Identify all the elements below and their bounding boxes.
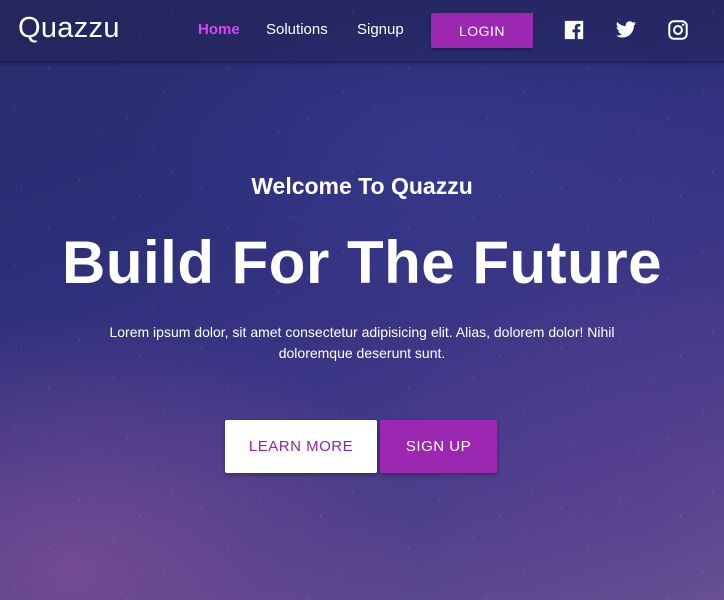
hero-headline: Build For The Future	[62, 229, 662, 296]
hero-section: Welcome To Quazzu Build For The Future L…	[0, 0, 724, 600]
sign-up-button[interactable]: SIGN UP	[380, 420, 497, 473]
learn-more-button[interactable]: LEARN MORE	[225, 420, 377, 473]
hero-description: Lorem ipsum dolor, sit amet consectetur …	[109, 324, 615, 361]
welcome-subtitle: Welcome To Quazzu	[251, 173, 473, 199]
